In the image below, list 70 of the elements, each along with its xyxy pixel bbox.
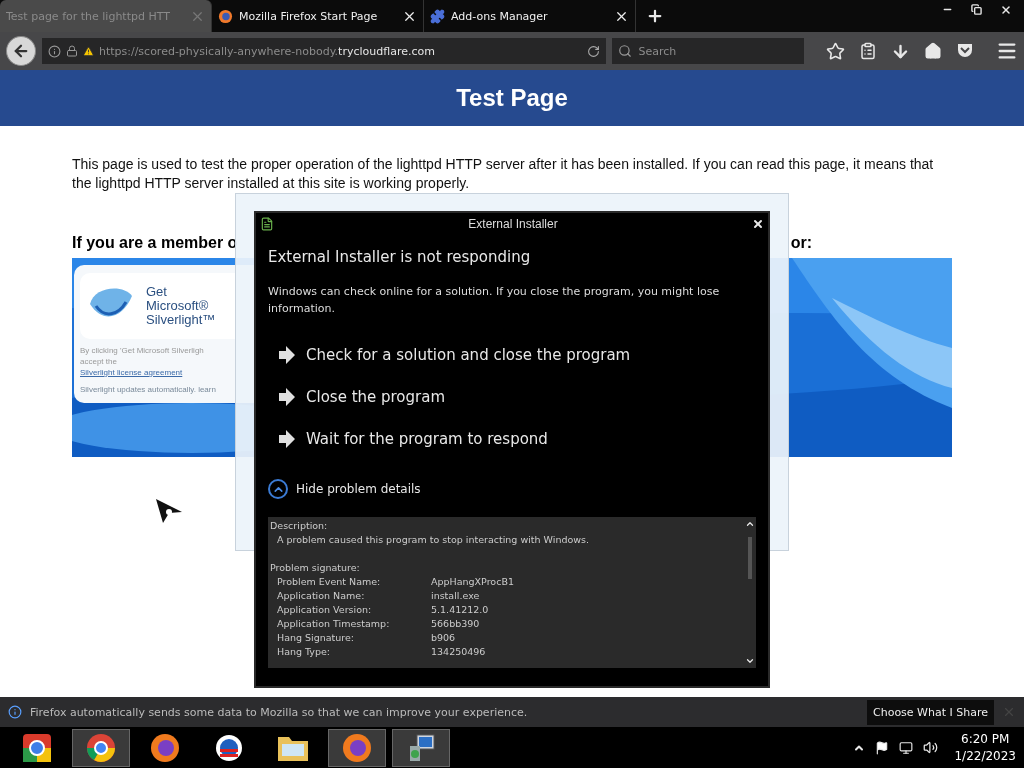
search-field[interactable]: Search <box>612 38 804 64</box>
info-icon[interactable] <box>47 44 61 58</box>
arrow-icon <box>278 429 296 449</box>
page-title: Test Page <box>456 84 568 112</box>
flag-icon[interactable] <box>875 740 890 755</box>
fine-print: Silverlight updates automatically. learn <box>80 384 217 395</box>
circle-logo-icon[interactable] <box>214 732 244 763</box>
taskbar-app[interactable] <box>328 728 386 767</box>
puzzle-icon <box>430 8 445 24</box>
clipboard-icon[interactable] <box>859 42 877 60</box>
lock-icon <box>65 45 78 57</box>
section-heading: or: <box>790 234 812 252</box>
ring-logo-icon[interactable] <box>21 731 53 764</box>
clock[interactable]: 6:20 PM 1/22/2023 <box>954 730 1016 765</box>
cursor-icon <box>155 498 183 524</box>
firefox-icon[interactable] <box>149 731 181 764</box>
silverlight-title: Get Microsoft® Silverlight™ <box>146 285 216 327</box>
restore-icon[interactable] <box>971 4 982 15</box>
close-icon[interactable] <box>1000 4 1012 16</box>
arrow-icon <box>278 387 296 407</box>
chevron-up-icon <box>268 479 288 499</box>
details-label: Problem signature: <box>270 561 361 575</box>
bookmark-star-icon[interactable] <box>826 41 845 61</box>
field-value: b906 <box>431 631 456 645</box>
command-link[interactable]: Check for a solution and close the program <box>278 345 756 365</box>
shield-icon[interactable] <box>956 42 974 60</box>
arrow-icon <box>278 345 296 365</box>
close-icon[interactable] <box>752 218 764 230</box>
field-value: install.exe <box>431 589 480 603</box>
taskbar-app[interactable] <box>72 728 130 767</box>
field-value: 5.1.41212.0 <box>431 603 489 617</box>
reload-icon[interactable] <box>587 44 601 58</box>
field-label: Application Timestamp: <box>277 617 391 631</box>
choose-share-button[interactable]: Choose What I Share <box>867 699 994 725</box>
field-label: Hang Signature: <box>277 631 356 645</box>
dialog-message: Windows can check online for a solution. If you close the program, you might lose information. <box>268 284 721 317</box>
chrome-icon[interactable] <box>85 731 117 764</box>
info-icon <box>8 705 22 719</box>
field-label: Application Version: <box>277 603 373 617</box>
network-icon[interactable] <box>899 740 914 755</box>
dialog-title: External Installer <box>467 217 559 231</box>
volume-icon[interactable] <box>923 740 939 755</box>
firefox-icon <box>218 8 233 24</box>
command-link[interactable]: Close the program <box>278 387 756 407</box>
notification-text: Firefox automatically sends some data to Mozilla so that we can improve your experience. <box>30 705 529 719</box>
dialog-heading: External Installer is not responding <box>268 248 532 266</box>
fine-print: By clicking 'Get Microsoft Silverligh <box>80 345 205 356</box>
details-text: A problem caused this program to stop interacting with Windows. <box>276 533 590 547</box>
field-label: Problem Event Name: <box>277 575 382 589</box>
field-value: AppHangXProcB1 <box>431 575 514 589</box>
details-toggle[interactable]: Hide problem details <box>268 479 756 499</box>
scroll-down-icon[interactable] <box>744 656 755 666</box>
back-button[interactable] <box>6 36 36 66</box>
warning-icon <box>82 45 94 57</box>
scroll-thumb[interactable] <box>747 536 752 579</box>
field-value: 566bb390 <box>431 617 480 631</box>
field-label: Application Name: <box>277 589 366 603</box>
fine-print: accept the <box>80 356 118 367</box>
firefox-icon[interactable] <box>341 731 373 764</box>
taskbar-app[interactable] <box>392 728 450 767</box>
search-icon <box>618 44 633 58</box>
address-field[interactable]: https://scored-physically-anywhere-nobody.trycloudflare.com <box>41 38 607 64</box>
command-link[interactable]: Wait for the program to respond <box>278 429 756 449</box>
field-label: Hang Type: <box>277 645 332 659</box>
home-icon[interactable] <box>924 42 942 60</box>
details-label: Description: <box>270 519 329 533</box>
field-value: 134250496 <box>431 645 486 659</box>
scroll-up-icon[interactable] <box>744 519 755 529</box>
menu-icon[interactable] <box>996 40 1018 62</box>
intro-paragraph: This page is used to test the proper operation of the lighttpd HTTP server after it has been installed. If you can read this page, it means that the lighttpd HTTP server installed at this site is working properly. <box>72 155 935 193</box>
